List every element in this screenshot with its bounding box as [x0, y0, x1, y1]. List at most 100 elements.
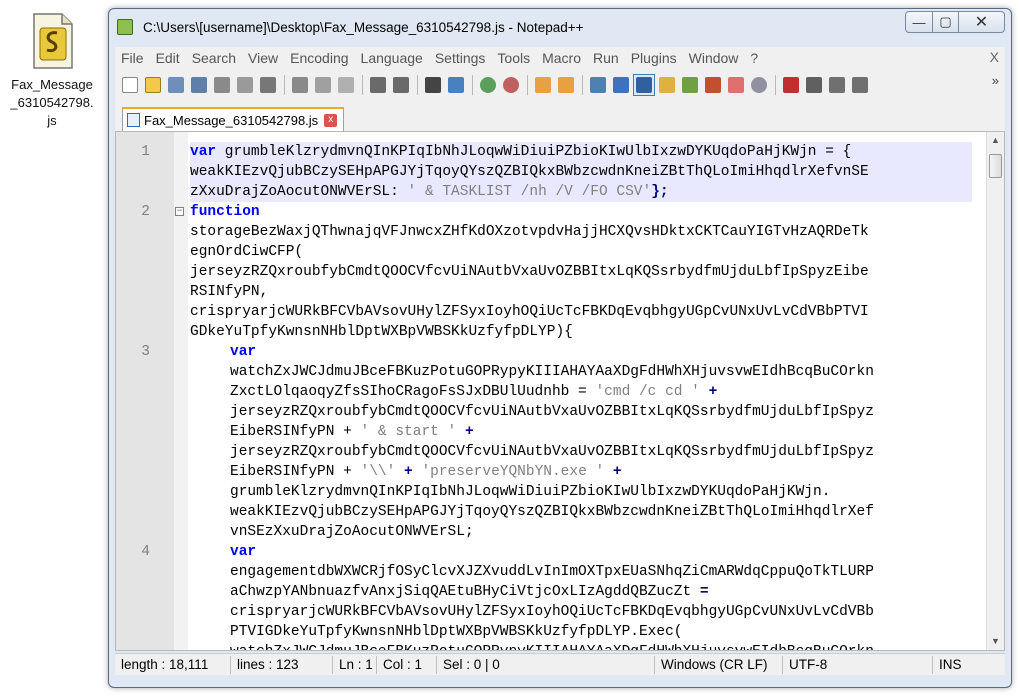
printer-icon — [260, 77, 276, 93]
show-all-chars-button[interactable] — [610, 74, 632, 96]
window-controls: — ▢ ✕ — [905, 11, 1005, 33]
indent-guide-button[interactable] — [633, 74, 655, 96]
open-folder-icon — [145, 77, 161, 93]
minimize-button[interactable]: — — [905, 11, 933, 33]
menu-search[interactable]: Search — [186, 50, 242, 66]
title-bar[interactable]: C:\Users\[username]\Desktop\Fax_Message_… — [109, 9, 1011, 47]
paste-icon — [338, 77, 354, 93]
play-macro-button[interactable] — [826, 74, 848, 96]
toolbar-separator — [775, 75, 776, 95]
line-number: 4 — [141, 544, 150, 560]
status-bar: length : 18,111 lines : 123 Ln : 1 Col :… — [115, 653, 1005, 675]
close-all-icon — [237, 77, 253, 93]
code-line-2: 2 − function storageBezWaxjQThwnajqVFJnw… — [141, 202, 972, 342]
line-number: 1 — [141, 144, 150, 160]
record-macro-button[interactable] — [780, 74, 802, 96]
save-all-icon — [191, 77, 207, 93]
close-window-button[interactable]: ✕ — [959, 11, 1005, 33]
sync-vertical-button[interactable] — [532, 74, 554, 96]
tab-label: Fax_Message_6310542798.js — [144, 112, 319, 128]
cut-button[interactable] — [289, 74, 311, 96]
status-encoding[interactable]: UTF-8 — [783, 655, 933, 674]
menu-tools[interactable]: Tools — [491, 50, 536, 66]
notepadpp-app-icon[interactable] — [117, 19, 133, 35]
scrollbar-thumb[interactable] — [989, 154, 1002, 178]
play-multiple-button[interactable] — [849, 74, 871, 96]
menu-plugins[interactable]: Plugins — [625, 50, 683, 66]
maximize-button[interactable]: ▢ — [933, 11, 959, 33]
toolbar-separator — [417, 75, 418, 95]
zoom-out-button[interactable] — [500, 74, 522, 96]
user-language-icon — [659, 77, 675, 93]
function-list-button[interactable] — [702, 74, 724, 96]
menu-edit[interactable]: Edit — [150, 50, 186, 66]
copy-button[interactable] — [312, 74, 334, 96]
open-file-button[interactable] — [142, 74, 164, 96]
paste-button[interactable] — [335, 74, 357, 96]
zoom-in-icon — [480, 77, 496, 93]
notepadpp-window: C:\Users\[username]\Desktop\Fax_Message_… — [108, 8, 1012, 688]
desktop-file-label: Fax_Message _6310542798. js — [10, 77, 94, 128]
function-list-icon — [705, 77, 721, 93]
toolbar-overflow-chevron-icon[interactable]: » — [992, 73, 999, 88]
menu-run[interactable]: Run — [587, 50, 625, 66]
tab-close-icon[interactable]: x — [324, 113, 338, 127]
document-icon — [127, 113, 140, 127]
menu-view[interactable]: View — [242, 50, 284, 66]
print-button[interactable] — [257, 74, 279, 96]
vertical-scrollbar[interactable]: ▲ ▼ — [986, 132, 1004, 650]
new-file-button[interactable] — [119, 74, 141, 96]
status-insert-mode[interactable]: INS — [933, 656, 968, 674]
word-wrap-button[interactable] — [587, 74, 609, 96]
scroll-down-icon[interactable]: ▼ — [987, 633, 1004, 650]
desktop-file-icon[interactable]: Fax_Message _6310542798. js — [2, 10, 102, 130]
menu-window[interactable]: Window — [683, 50, 745, 66]
save-button[interactable] — [165, 74, 187, 96]
undo-button[interactable] — [367, 74, 389, 96]
scissors-icon — [292, 77, 308, 93]
monitoring-button[interactable] — [748, 74, 770, 96]
tab-fax-message[interactable]: Fax_Message_6310542798.js x — [122, 107, 345, 131]
scroll-up-icon[interactable]: ▲ — [987, 132, 1004, 149]
redo-icon — [393, 77, 409, 93]
user-language-button[interactable] — [656, 74, 678, 96]
menu-file[interactable]: File — [115, 50, 150, 66]
find-button[interactable] — [422, 74, 444, 96]
window-title: C:\Users\[username]\Desktop\Fax_Message_… — [143, 20, 584, 35]
redo-button[interactable] — [390, 74, 412, 96]
word-wrap-icon — [590, 77, 606, 93]
status-column: Col : 1 — [377, 655, 437, 674]
sync-horizontal-icon — [558, 77, 574, 93]
menu-settings[interactable]: Settings — [429, 50, 492, 66]
fold-toggle-icon[interactable]: − — [175, 207, 184, 216]
menu-macro[interactable]: Macro — [536, 50, 587, 66]
menu-encoding[interactable]: Encoding — [284, 50, 354, 66]
replace-button[interactable] — [445, 74, 467, 96]
close-button[interactable] — [211, 74, 233, 96]
status-lines: lines : 123 — [231, 655, 333, 674]
status-selection: Sel : 0 | 0 — [437, 655, 655, 674]
sync-horizontal-button[interactable] — [555, 74, 577, 96]
toolbar-separator — [362, 75, 363, 95]
close-document-button[interactable]: X — [990, 49, 999, 65]
stop-icon — [806, 77, 822, 93]
close-all-button[interactable] — [234, 74, 256, 96]
save-all-button[interactable] — [188, 74, 210, 96]
new-file-icon — [122, 77, 138, 93]
stop-macro-button[interactable] — [803, 74, 825, 96]
save-icon — [168, 77, 184, 93]
menu-help[interactable]: ? — [744, 50, 764, 66]
status-eol[interactable]: Windows (CR LF) — [655, 655, 783, 674]
folder-icon — [728, 77, 744, 93]
code-editor[interactable]: 1 var grumbleKlzrydmvnQInKPIqIbNhJLoqwWi… — [115, 131, 1005, 651]
close-file-icon — [214, 77, 230, 93]
script-file-icon — [28, 12, 76, 70]
doc-map-button[interactable] — [679, 74, 701, 96]
replace-icon — [448, 77, 464, 93]
folder-workspace-button[interactable] — [725, 74, 747, 96]
menu-language[interactable]: Language — [355, 50, 429, 66]
code-area[interactable]: 1 var grumbleKlzrydmvnQInKPIqIbNhJLoqwWi… — [141, 142, 972, 650]
toolbar-separator — [527, 75, 528, 95]
zoom-in-button[interactable] — [477, 74, 499, 96]
code-line-4: 4 var engagementdbWXWCRjfOSyClcvXJZXvudd… — [141, 542, 972, 650]
